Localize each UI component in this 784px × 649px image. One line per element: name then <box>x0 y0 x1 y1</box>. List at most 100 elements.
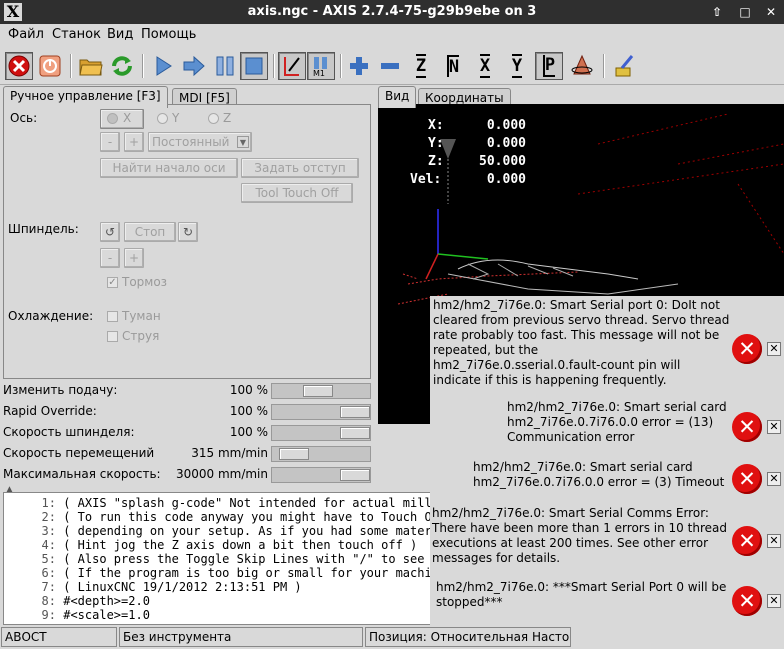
view-y-icon[interactable]: Y <box>503 52 531 80</box>
code-line: 9: #<scale>=1.0 <box>41 608 150 622</box>
menu-view[interactable]: Вид <box>107 27 133 42</box>
power-icon[interactable] <box>36 52 64 80</box>
max-velocity-slider[interactable] <box>271 467 371 483</box>
home-axis-button[interactable]: Найти начало оси <box>100 158 238 178</box>
window-up-icon[interactable]: ⇧ <box>710 5 724 19</box>
stop-icon[interactable] <box>240 52 268 80</box>
dismiss-error-button[interactable]: ✕ <box>767 472 781 486</box>
optional-stop-icon[interactable]: M1 <box>307 52 335 80</box>
gcode-listing[interactable]: 1: ( AXIS "splash g-code" Not intended f… <box>3 492 435 625</box>
error-icon: ✕ <box>732 412 762 442</box>
pause-icon[interactable] <box>211 52 239 80</box>
spindle-minus-button[interactable]: - <box>100 248 120 268</box>
feed-override-row: Изменить подачу: 100 % <box>0 381 372 401</box>
error-icon: ✕ <box>732 464 762 494</box>
run-icon[interactable] <box>149 52 177 80</box>
mist-checkbox[interactable] <box>107 311 118 322</box>
jog-speed-label: Скорость перемещений <box>3 446 155 460</box>
max-velocity-label: Максимальная скорость: <box>3 467 161 481</box>
axis-z-radio[interactable] <box>208 113 219 124</box>
menu-file[interactable]: Файл <box>8 27 44 42</box>
close-window-icon[interactable]: ✕ <box>764 5 778 19</box>
error-text: hm2/hm2_7i76e.0: ***Smart Serial Port 0 … <box>436 580 727 609</box>
flood-checkbox[interactable] <box>107 331 118 342</box>
jog-minus-button[interactable]: - <box>100 132 120 152</box>
jog-mode-select[interactable]: Постоянный ▼ <box>148 132 252 152</box>
dismiss-error-button[interactable]: ✕ <box>767 342 781 356</box>
skip-lines-icon[interactable] <box>278 52 306 80</box>
dro-z-value: 50.000 <box>479 154 526 169</box>
code-line: 5: ( Also press the Toggle Skip Lines wi… <box>41 552 435 566</box>
slider-thumb[interactable] <box>340 469 370 481</box>
slider-thumb[interactable] <box>340 406 370 418</box>
title-bar: X axis.ngc - AXIS 2.7.4-75-g29b9ebe on 3… <box>0 0 784 24</box>
menu-help[interactable]: Помощь <box>141 27 196 42</box>
axis-x-radio[interactable] <box>107 113 118 124</box>
zoom-in-icon[interactable] <box>345 52 373 80</box>
max-velocity-value: 30000 mm/min <box>175 467 268 481</box>
brake-checkbox[interactable]: ✓ <box>107 277 118 288</box>
mist-label: Туман <box>122 309 161 323</box>
max-velocity-row: Максимальная скорость: 30000 mm/min <box>0 465 372 485</box>
error-text: hm2/hm2_7i76e.0: Smart Serial Comms Erro… <box>432 506 727 565</box>
spindle-label: Шпиндель: <box>8 222 79 236</box>
code-line: 4: ( Hint jog the Z axis down a bit then… <box>41 538 418 552</box>
spindle-override-label: Скорость шпинделя: <box>3 425 135 439</box>
spindle-ccw-icon[interactable]: ↺ <box>100 222 120 242</box>
spindle-override-slider[interactable] <box>271 425 371 441</box>
error-icon: ✕ <box>732 334 762 364</box>
dismiss-error-button[interactable]: ✕ <box>767 420 781 434</box>
dismiss-error-button[interactable]: ✕ <box>767 534 781 548</box>
estop-icon[interactable] <box>5 52 33 80</box>
jog-plus-button[interactable]: + <box>124 132 144 152</box>
rotate-icon[interactable] <box>568 52 596 80</box>
spindle-stop-button[interactable]: Стоп <box>124 222 176 242</box>
dro-vel-value: 0.000 <box>486 172 526 187</box>
set-offset-button[interactable]: Задать отступ <box>241 158 359 178</box>
slider-thumb[interactable] <box>340 427 370 439</box>
window-title: axis.ngc - AXIS 2.7.4-75-g29b9ebe on 3 <box>247 4 537 19</box>
feed-override-slider[interactable] <box>271 383 371 399</box>
spindle-plus-button[interactable]: + <box>124 248 144 268</box>
step-icon[interactable] <box>180 52 208 80</box>
code-line: 8: #<depth>=2.0 <box>41 594 150 608</box>
tool-touch-off-button[interactable]: Tool Touch Off <box>241 183 353 203</box>
clear-plot-icon[interactable] <box>610 52 638 80</box>
spindle-cw-icon[interactable]: ↻ <box>178 222 198 242</box>
dro-y-label: Y: <box>428 136 444 151</box>
axis-y-radio[interactable] <box>157 113 168 124</box>
tab-preview[interactable]: Вид <box>378 86 417 108</box>
jog-speed-value: 315 mm/min <box>191 446 268 460</box>
view-p-icon[interactable]: P <box>535 52 563 80</box>
axis-y-label: Y <box>172 111 180 125</box>
rapid-override-slider[interactable] <box>271 404 371 420</box>
dismiss-error-button[interactable]: ✕ <box>767 594 781 608</box>
menu-machine[interactable]: Станок <box>52 27 101 42</box>
spindle-override-row: Скорость шпинделя: 100 % <box>0 423 372 443</box>
view-z-icon[interactable]: Z <box>407 52 435 80</box>
slider-thumb[interactable] <box>279 448 309 460</box>
tab-manual[interactable]: Ручное управление [F3] <box>3 86 168 108</box>
dro-x-value: 0.000 <box>486 118 526 133</box>
view-z2-icon[interactable]: N <box>439 52 467 80</box>
error-icon: ✕ <box>732 586 762 616</box>
maximize-icon[interactable]: □ <box>738 5 752 19</box>
error-message: hm2/hm2_7i76e.0: Smart Serial Comms Erro… <box>430 506 784 572</box>
dro-z-label: Z: <box>428 154 444 169</box>
view-x-icon[interactable]: X <box>471 52 499 80</box>
reload-icon[interactable] <box>108 52 136 80</box>
slider-thumb[interactable] <box>303 385 333 397</box>
axis-z-label: Z <box>223 111 232 125</box>
code-line: 7: ( LinuxCNC 19/1/2012 2:13:51 PM ) <box>41 580 302 594</box>
manual-control-panel: Ось: X Y Z - + Постоянный ▼ Найти начало… <box>3 104 371 379</box>
feed-override-value: 100 % <box>229 383 268 397</box>
flood-label: Струя <box>122 329 160 343</box>
zoom-out-icon[interactable] <box>376 52 404 80</box>
coolant-label: Охлаждение: <box>8 309 94 323</box>
error-notifications: hm2/hm2_7i76e.0: Smart Serial port 0: Do… <box>430 296 784 626</box>
jog-speed-slider[interactable] <box>271 446 371 462</box>
error-message: hm2/hm2_7i76e.0: Smart serial card hm2_7… <box>430 460 784 500</box>
open-file-icon[interactable] <box>77 52 105 80</box>
svg-text:M1: M1 <box>313 69 325 77</box>
menu-bar: Файл Станок Вид Помощь <box>0 24 784 46</box>
